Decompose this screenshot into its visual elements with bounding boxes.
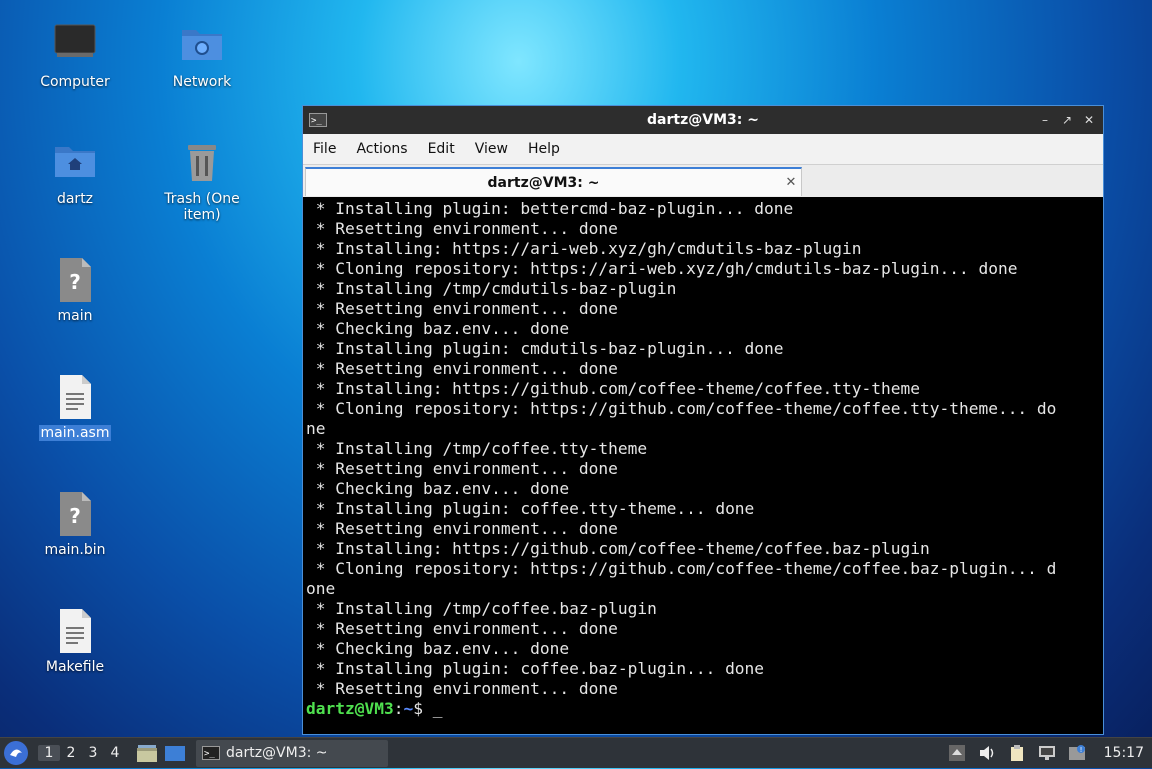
terminal-line: * Checking baz.env... done xyxy=(306,319,570,338)
svg-text:!: ! xyxy=(1079,746,1082,754)
menu-bar: File Actions Edit View Help xyxy=(303,134,1103,165)
terminal-prompt-line: dartz@VM3:~$ _ xyxy=(306,699,1103,719)
desktop-icon-network[interactable]: Network xyxy=(147,22,257,90)
file-manager-icon[interactable] xyxy=(136,743,158,763)
network-folder-icon xyxy=(178,22,226,70)
window-title: dartz@VM3: ~ xyxy=(647,112,759,128)
terminal-line: * Installing /tmp/coffee.baz-plugin xyxy=(306,599,657,618)
home-folder-icon xyxy=(51,139,99,187)
desktop-icon-label: main.asm xyxy=(38,425,112,441)
computer-icon xyxy=(51,22,99,70)
terminal-line: * Installing plugin: bettercmd-baz-plugi… xyxy=(306,199,794,218)
terminal-line: * Checking baz.env... done xyxy=(306,639,570,658)
clock[interactable]: 15:17 xyxy=(1104,745,1144,761)
maximize-icon[interactable]: ↗ xyxy=(1059,112,1075,128)
window-titlebar[interactable]: >_ dartz@VM3: ~ – ↗ ✕ xyxy=(303,106,1103,134)
show-desktop-icon[interactable] xyxy=(164,743,186,763)
desktop-icon-label: dartz xyxy=(56,191,94,207)
workspace-3[interactable]: 3 xyxy=(82,745,104,761)
terminal-line: * Resetting environment... done xyxy=(306,299,618,318)
desktop-icon-label: Trash (One item) xyxy=(164,191,240,223)
terminal-cursor: _ xyxy=(432,699,443,718)
text-file-icon xyxy=(51,607,99,655)
prompt-separator: : xyxy=(393,699,404,718)
terminal-line: * Installing: https://ari-web.xyz/gh/cmd… xyxy=(306,239,862,258)
minimize-icon[interactable]: – xyxy=(1037,112,1053,128)
desktop-icon-label: Computer xyxy=(40,74,110,90)
terminal-line: * Cloning repository: https://github.com… xyxy=(306,399,1057,418)
terminal-line: * Resetting environment... done xyxy=(306,219,618,238)
terminal-line: * Installing /tmp/coffee.tty-theme xyxy=(306,439,648,458)
prompt-path: ~ xyxy=(403,699,414,718)
terminal-output[interactable]: * Installing plugin: bettercmd-baz-plugi… xyxy=(303,197,1103,734)
clipboard-icon[interactable] xyxy=(1008,744,1026,762)
menu-edit[interactable]: Edit xyxy=(418,141,465,157)
terminal-line: * Resetting environment... done xyxy=(306,619,618,638)
workspace-2[interactable]: 2 xyxy=(60,745,82,761)
terminal-window[interactable]: >_ dartz@VM3: ~ – ↗ ✕ File Actions Edit … xyxy=(302,105,1104,735)
menu-actions[interactable]: Actions xyxy=(346,141,417,157)
terminal-line: * Resetting environment... done xyxy=(306,519,618,538)
unknown-file-icon: ? xyxy=(51,256,99,304)
svg-text:?: ? xyxy=(69,504,81,528)
terminal-line: * Installing plugin: cmdutils-baz-plugin… xyxy=(306,339,784,358)
volume-icon[interactable] xyxy=(978,744,996,762)
taskbar-terminal-button[interactable]: >_ dartz@VM3: ~ xyxy=(196,739,388,767)
svg-text:?: ? xyxy=(69,270,81,294)
terminal-line: * Resetting environment... done xyxy=(306,459,618,478)
terminal-line: * Installing plugin: coffee.tty-theme...… xyxy=(306,499,755,518)
terminal-line: * Installing /tmp/cmdutils-baz-plugin xyxy=(306,279,677,298)
terminal-line: * Installing plugin: coffee.baz-plugin..… xyxy=(306,659,765,678)
workspace-1[interactable]: 1 xyxy=(38,745,60,761)
terminal-line: * Resetting environment... done xyxy=(306,359,618,378)
terminal-app-icon: >_ xyxy=(202,746,220,760)
desktop-icon-trash[interactable]: Trash (One item) xyxy=(147,139,257,223)
menu-help[interactable]: Help xyxy=(518,141,570,157)
close-icon[interactable]: ✕ xyxy=(1081,112,1097,128)
desktop-icon-home[interactable]: dartz xyxy=(20,139,130,207)
terminal-line: * Installing: https://github.com/coffee-… xyxy=(306,539,930,558)
trash-icon xyxy=(178,139,226,187)
taskbar: 1 2 3 4 >_ dartz@VM3: ~ ! 15:17 xyxy=(0,737,1152,768)
desktop-icon-label: Makefile xyxy=(45,659,105,675)
update-notifier-icon[interactable]: ! xyxy=(1068,744,1086,762)
prompt-symbol: $ xyxy=(413,699,433,718)
desktop-icon-label: main.bin xyxy=(44,542,106,558)
text-file-icon xyxy=(51,373,99,421)
terminal-line: * Cloning repository: https://github.com… xyxy=(306,559,1057,578)
desktop-icon-label: Network xyxy=(172,74,232,90)
taskbar-task-label: dartz@VM3: ~ xyxy=(226,745,328,761)
menu-view[interactable]: View xyxy=(465,141,518,157)
desktop-icon-label: main xyxy=(57,308,93,324)
terminal-tab[interactable]: dartz@VM3: ~ ✕ xyxy=(305,167,802,196)
desktop-icon-main[interactable]: ? main xyxy=(20,256,130,324)
tray-arrow-icon[interactable] xyxy=(948,744,966,762)
terminal-line: * Checking baz.env... done xyxy=(306,479,570,498)
desktop-icon-main-asm[interactable]: main.asm xyxy=(20,373,130,441)
desktop-icon-computer[interactable]: Computer xyxy=(20,22,130,90)
system-tray: ! 15:17 xyxy=(948,744,1144,762)
desktop-icon-makefile[interactable]: Makefile xyxy=(20,607,130,675)
unknown-file-icon: ? xyxy=(51,490,99,538)
terminal-line: one xyxy=(306,579,336,598)
terminal-line: * Installing: https://github.com/coffee-… xyxy=(306,379,920,398)
terminal-line: ne xyxy=(306,419,326,438)
network-icon[interactable] xyxy=(1038,744,1056,762)
terminal-line: * Resetting environment... done xyxy=(306,679,618,698)
terminal-line: * Cloning repository: https://ari-web.xy… xyxy=(306,259,1018,278)
prompt-user-host: dartz@VM3 xyxy=(306,699,394,718)
menu-file[interactable]: File xyxy=(303,141,346,157)
desktop-icon-main-bin[interactable]: ? main.bin xyxy=(20,490,130,558)
tab-label: dartz@VM3: ~ xyxy=(487,174,600,191)
tab-bar: dartz@VM3: ~ ✕ xyxy=(303,165,1103,198)
tab-close-icon[interactable]: ✕ xyxy=(781,175,801,190)
workspace-4[interactable]: 4 xyxy=(104,745,126,761)
terminal-app-icon: >_ xyxy=(309,113,327,127)
start-menu-icon[interactable] xyxy=(4,741,28,765)
